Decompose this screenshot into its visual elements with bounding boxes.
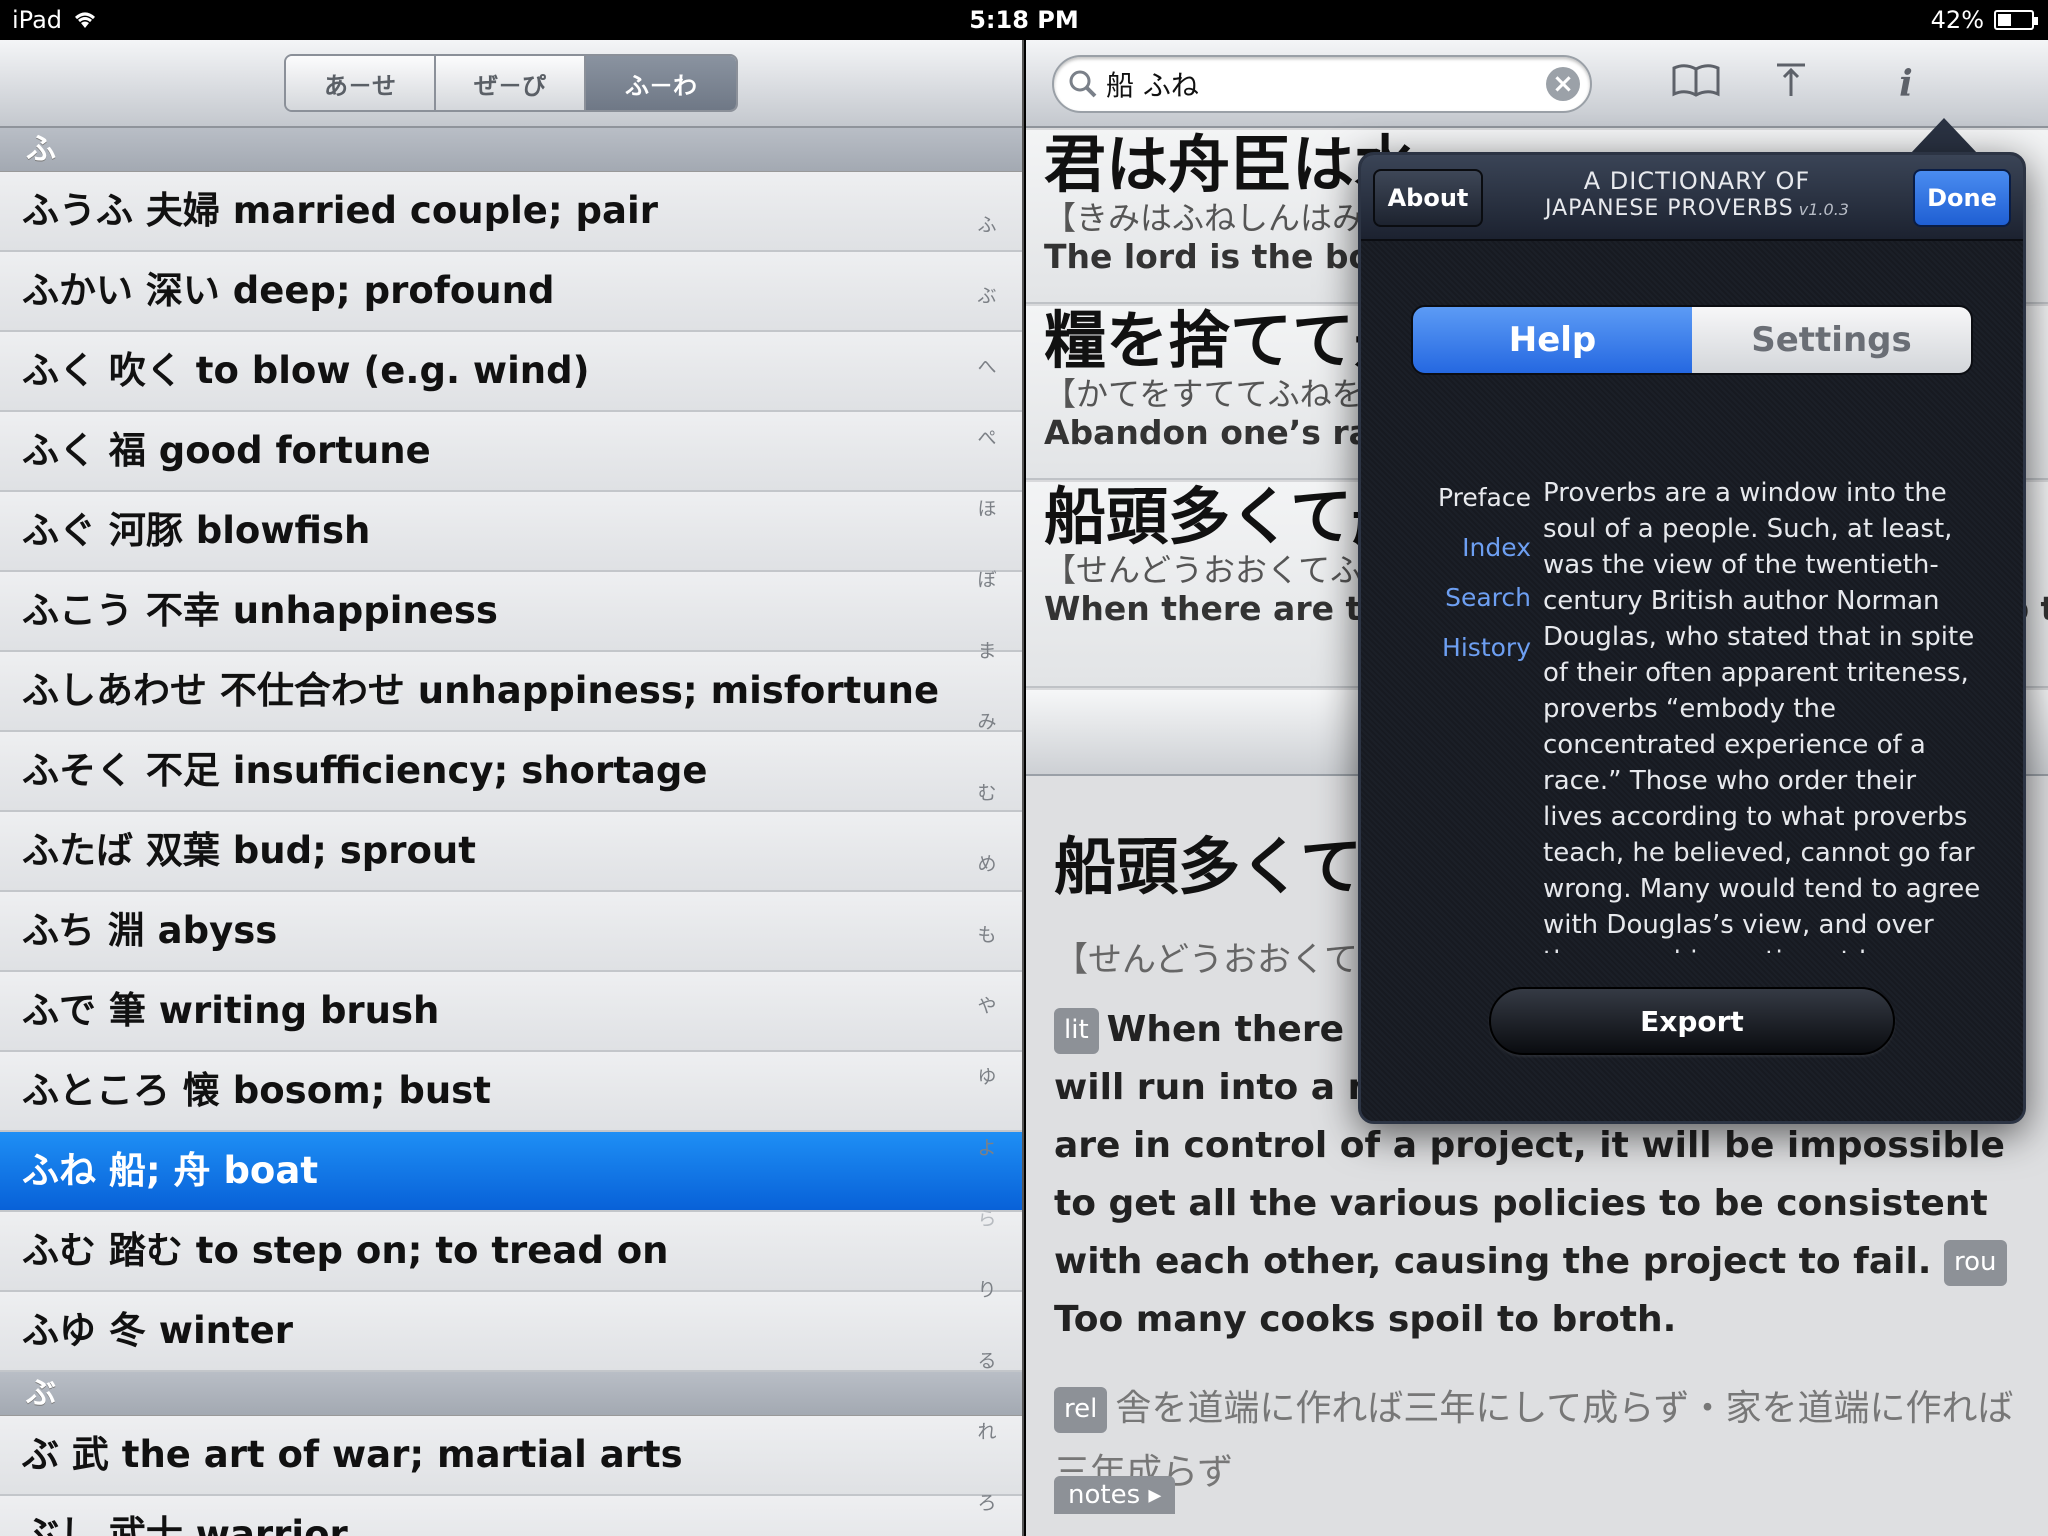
- index-letter[interactable]: ろ: [977, 1466, 996, 1536]
- search-icon: [1069, 70, 1097, 98]
- status-bar: iPad 5:18 PM 42%: [0, 0, 2048, 40]
- segment-fu-wa[interactable]: ふ－わ: [586, 56, 736, 110]
- index-letter[interactable]: ら: [977, 1182, 996, 1253]
- word-row[interactable]: ふゆ 冬 winter: [0, 1292, 1022, 1372]
- book-icon[interactable]: [1671, 62, 1721, 106]
- index-letter[interactable]: る: [977, 1324, 996, 1395]
- word-row[interactable]: ふく 福 good fortune: [0, 412, 1022, 492]
- done-button[interactable]: Done: [1913, 169, 2011, 227]
- help-nav: Preface Index Search History: [1411, 473, 1531, 673]
- index-letter[interactable]: ふ: [977, 188, 996, 259]
- status-time: 5:18 PM: [969, 6, 1079, 34]
- related-text[interactable]: 舎を道端に作れば三年にして成らず・家を道端に作れば三年成らず: [1054, 1388, 2014, 1493]
- word-row[interactable]: ふち 淵 abyss: [0, 892, 1022, 972]
- clear-icon[interactable]: ×: [1546, 67, 1580, 101]
- notes-button[interactable]: notes ▸: [1054, 1476, 1176, 1514]
- index-letter[interactable]: や: [977, 969, 996, 1040]
- section-header: ふ: [0, 128, 1022, 172]
- app-title: A DICTIONARY OF JAPANESE PROVERBS v1.0.3: [1491, 167, 1903, 224]
- export-button[interactable]: Export: [1489, 987, 1895, 1055]
- status-right: 42%: [1930, 6, 2038, 34]
- rough-equivalent: Too many cooks spoil to broth.: [1054, 1299, 1677, 1340]
- word-row[interactable]: ふうふ 夫婦 married couple; pair: [0, 172, 1022, 252]
- index-letter[interactable]: ほ: [977, 472, 996, 543]
- index-letter[interactable]: ぺ: [977, 401, 996, 472]
- word-row[interactable]: ふところ 懐 bosom; bust: [0, 1052, 1022, 1132]
- index-letter[interactable]: ぶ: [977, 259, 996, 330]
- help-nav-search[interactable]: Search: [1411, 573, 1531, 623]
- popover-body: Help Settings Preface Index Search Histo…: [1361, 241, 2023, 1121]
- section-header: ぶ: [0, 1372, 1022, 1416]
- index-letter[interactable]: へ: [977, 330, 996, 401]
- word-row[interactable]: ふそく 不足 insufficiency; shortage: [0, 732, 1022, 812]
- word-row[interactable]: ふね 船; 舟 boat: [0, 1132, 1022, 1212]
- index-letter[interactable]: め: [977, 827, 996, 898]
- info-popover: About A DICTIONARY OF JAPANESE PROVERBS …: [1358, 152, 2026, 1124]
- segment-ze-pi[interactable]: ぜ－ぴ: [436, 56, 586, 110]
- index-letter[interactable]: り: [977, 1253, 996, 1324]
- word-row[interactable]: ふぐ 河豚 blowfish: [0, 492, 1022, 572]
- preface-text: Proverbs are a window into the soul of a…: [1543, 478, 1981, 953]
- app-title-line2: JAPANESE PROVERBS: [1545, 196, 1794, 221]
- section-index[interactable]: ふぶへぺほぼまみむめもやゆよらりるれろわ: [972, 188, 1002, 1536]
- word-row[interactable]: ふたば 双葉 bud; sprout: [0, 812, 1022, 892]
- help-nav-index[interactable]: Index: [1411, 523, 1531, 573]
- battery-percent: 42%: [1930, 6, 1984, 34]
- popover-header: About A DICTIONARY OF JAPANESE PROVERBS …: [1361, 155, 2023, 241]
- kana-range-segmented-control: あ－せ ぜ－ぴ ふ－わ: [284, 54, 738, 112]
- index-letter[interactable]: み: [977, 685, 996, 756]
- word-row[interactable]: ふこう 不幸 unhappiness: [0, 572, 1022, 652]
- index-letter[interactable]: も: [977, 898, 996, 969]
- index-letter[interactable]: ぼ: [977, 543, 996, 614]
- segment-a-se[interactable]: あ－せ: [286, 56, 436, 110]
- tab-settings[interactable]: Settings: [1692, 307, 1971, 373]
- info-icon[interactable]: i: [1881, 62, 1931, 106]
- help-settings-segmented-control: Help Settings: [1411, 305, 1973, 375]
- word-row[interactable]: ぶ 武 the art of war; martial arts: [0, 1416, 1022, 1496]
- index-letter[interactable]: ゆ: [977, 1040, 996, 1111]
- lit-tag: lit: [1054, 1008, 1099, 1054]
- index-letter[interactable]: ま: [977, 614, 996, 685]
- help-nav-history[interactable]: History: [1411, 623, 1531, 673]
- battery-icon: [1994, 10, 2038, 30]
- app-title-line1: A DICTIONARY OF: [1583, 167, 1811, 195]
- rou-tag: rou: [1944, 1240, 2007, 1286]
- popover-arrow: [1910, 118, 1978, 154]
- word-row[interactable]: ふく 吹く to blow (e.g. wind): [0, 332, 1022, 412]
- word-row[interactable]: ふで 筆 writing brush: [0, 972, 1022, 1052]
- tab-help[interactable]: Help: [1413, 307, 1692, 373]
- index-letter[interactable]: れ: [977, 1395, 996, 1466]
- index-letter[interactable]: む: [977, 756, 996, 827]
- about-button[interactable]: About: [1373, 169, 1483, 227]
- word-row[interactable]: ぶし 武士 warrior: [0, 1496, 1022, 1536]
- word-list-pane: あ－せ ぜ－ぴ ふ－わ ふふうふ 夫婦 married couple; pair…: [0, 40, 1024, 1536]
- help-nav-preface[interactable]: Preface: [1411, 473, 1531, 523]
- word-list: ふふうふ 夫婦 married couple; pair ふかい 深い deep;…: [0, 128, 1022, 1536]
- related-proverbs: rel 舎を道端に作れば三年にして成らず・家を道端に作れば三年成らず: [1054, 1377, 2020, 1505]
- word-row[interactable]: ふかい 深い deep; profound: [0, 252, 1022, 332]
- word-row[interactable]: ふむ 踏む to step on; to tread on: [0, 1212, 1022, 1292]
- battery-fill: [1998, 14, 2012, 26]
- right-toolbar: × i: [1026, 40, 2048, 128]
- scroll-to-top-icon[interactable]: [1766, 62, 1816, 106]
- search-field[interactable]: ×: [1052, 55, 1592, 113]
- left-toolbar: あ－せ ぜ－ぴ ふ－わ: [0, 40, 1022, 128]
- rel-tag: rel: [1054, 1387, 1108, 1433]
- app-version: v1.0.3: [1798, 200, 1849, 219]
- word-row[interactable]: ふしあわせ 不仕合わせ unhappiness; misfortune: [0, 652, 1022, 732]
- index-letter[interactable]: よ: [977, 1111, 996, 1182]
- search-input[interactable]: [1106, 67, 1546, 101]
